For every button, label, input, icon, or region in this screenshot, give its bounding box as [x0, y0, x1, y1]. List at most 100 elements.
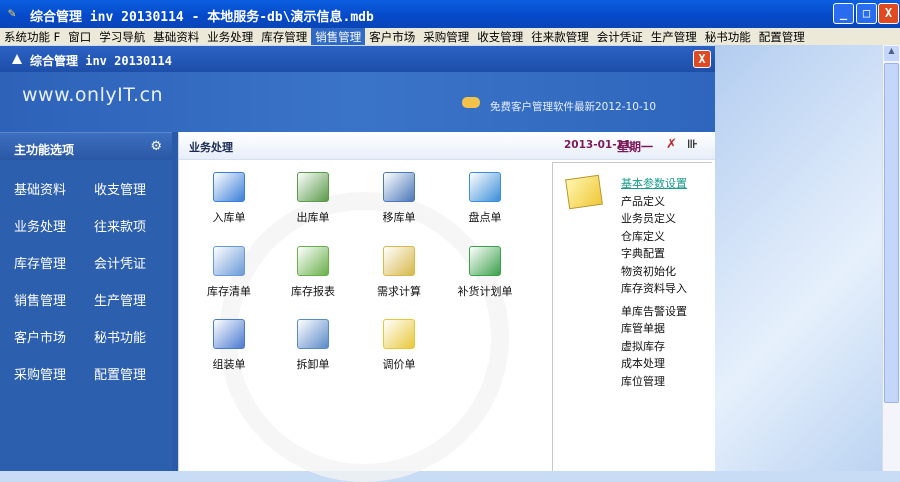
content-header: 业务处理 2013-01-21 星期一 ✗ ⊪ [179, 132, 715, 160]
tile-button[interactable]: 组装单 [189, 319, 269, 372]
tile-button[interactable]: 调价单 [359, 319, 439, 372]
settings-link[interactable]: 成本处理 [621, 355, 687, 373]
menu-item[interactable]: 生产管理 [647, 28, 701, 45]
settings-panel: 基本参数设置 产品定义 业务员定义 仓库定义 字典配置 物资初始化 库存资料导入 单库告警设置… [552, 162, 712, 471]
tile-label: 调价单 [382, 358, 416, 371]
tile-label: 补货计划单 [457, 285, 513, 298]
tile-icon [297, 319, 329, 349]
menu-item[interactable]: 采购管理 [419, 28, 473, 45]
menu-bar: 系统功能 F 窗口 学习导航 基础资料 业务处理 库存管理 销售管理 客户市场 采购管理 收支管理… [0, 28, 900, 45]
chart-icon[interactable]: ⊪ [687, 137, 698, 151]
folder-icon [565, 174, 603, 210]
sidebar-item[interactable]: 会计凭证 [94, 253, 174, 272]
tile-label: 需求计算 [377, 285, 421, 298]
app-titlebar: ✎ 综合管理 inv 20130114 - 本地服务-db\演示信息.mdb _… [0, 0, 900, 28]
sidebar-item[interactable]: 生产管理 [94, 290, 174, 309]
tile-button[interactable]: 库存清单 [189, 246, 269, 299]
menu-item[interactable]: 客户市场 [365, 28, 419, 45]
settings-link[interactable]: 基本参数设置 [621, 175, 687, 193]
settings-icon[interactable]: ⚙ [150, 139, 162, 154]
settings-link[interactable]: 物资初始化 [621, 263, 687, 281]
tile-button[interactable]: 移库单 [359, 172, 439, 225]
tile-button[interactable]: 拆卸单 [273, 319, 353, 372]
sidebar-item[interactable]: 配置管理 [94, 364, 174, 383]
menu-item[interactable]: 业务处理 [203, 28, 257, 45]
sidebar-item[interactable]: 往来款项 [94, 216, 174, 235]
maximize-button[interactable]: □ [856, 3, 877, 24]
app-icon: ✎ [8, 6, 16, 21]
banner: www.onlyIT.cn 免费客户管理软件最新2012-10-10 [0, 72, 715, 132]
menu-item[interactable]: 窗口 [64, 28, 95, 45]
tile-icon [213, 319, 245, 349]
tile-icon [383, 319, 415, 349]
tile-label: 入库单 [212, 211, 246, 224]
minimize-button[interactable]: _ [833, 3, 854, 24]
sidebar-item[interactable]: 基础资料 [14, 179, 94, 198]
tile-icon [383, 172, 415, 202]
tile-button[interactable]: 需求计算 [359, 246, 439, 299]
handshake-icon [462, 97, 480, 108]
sidebar-item[interactable]: 收支管理 [94, 179, 174, 198]
settings-link[interactable]: 仓库定义 [621, 228, 687, 246]
tile-icon [297, 172, 329, 202]
menu-item[interactable]: 往来款管理 [527, 28, 593, 45]
menu-item[interactable]: 基础资料 [149, 28, 203, 45]
weekday-text: 星期一 [617, 140, 654, 154]
tile-button[interactable]: 库存报表 [273, 246, 353, 299]
child-window-titlebar: 综合管理 inv 20130114 X [0, 46, 715, 72]
tile-icon [213, 246, 245, 276]
news-link[interactable]: 免费客户管理软件最新2012-10-10 [490, 99, 656, 114]
menu-item[interactable]: 学习导航 [95, 28, 149, 45]
tools-icon[interactable]: ✗ [666, 137, 677, 152]
sidebar-title: 主功能选项 [14, 143, 75, 157]
sidebar-item[interactable]: 库存管理 [14, 253, 94, 272]
scrollbar-thumb[interactable] [884, 63, 899, 403]
menu-item[interactable]: 收支管理 [473, 28, 527, 45]
menu-item[interactable]: 库存管理 [257, 28, 311, 45]
child-close-button[interactable]: X [693, 50, 711, 68]
menu-item[interactable]: 会计凭证 [593, 28, 647, 45]
tile-button[interactable]: 入库单 [189, 172, 269, 225]
tile-label: 组装单 [212, 358, 246, 371]
tile-label: 出库单 [296, 211, 330, 224]
scroll-up-arrow-icon[interactable]: ▲ [884, 46, 899, 61]
tile-button[interactable]: 盘点单 [445, 172, 525, 225]
settings-link[interactable]: 库存资料导入 [621, 280, 687, 298]
menu-item[interactable]: 秘书功能 [701, 28, 755, 45]
sidebar-item[interactable]: 秘书功能 [94, 327, 174, 346]
tile-icon [469, 172, 501, 202]
child-window-title: 综合管理 inv 20130114 [30, 54, 172, 68]
settings-link[interactable]: 库位管理 [621, 373, 687, 391]
sidebar-header: 主功能选项 ⚙ [0, 132, 172, 160]
settings-link[interactable]: 虚拟库存 [621, 338, 687, 356]
window-title: 综合管理 inv 20130114 - 本地服务-db\演示信息.mdb [30, 10, 374, 25]
sidebar-menu: 基础资料 收支管理 业务处理 往来款项 库存管理 会计凭证 销售管理 生产管理 客户市场 秘书功能… [0, 160, 172, 383]
section-title: 业务处理 [189, 141, 233, 154]
settings-link[interactable]: 库管单据 [621, 320, 687, 338]
sidebar: 主功能选项 ⚙ 基础资料 收支管理 业务处理 往来款项 库存管理 会计凭证 销售管理 生产管理客… [0, 132, 172, 471]
sidebar-item[interactable]: 客户市场 [14, 327, 94, 346]
tile-button[interactable]: 补货计划单 [445, 246, 525, 299]
window-icon [12, 54, 22, 64]
desktop-background [715, 45, 882, 471]
sidebar-item[interactable]: 销售管理 [14, 290, 94, 309]
sidebar-item[interactable]: 业务处理 [14, 216, 94, 235]
tile-label: 拆卸单 [296, 358, 330, 371]
settings-link[interactable]: 单库告警设置 [621, 303, 687, 321]
menu-item[interactable]: 系统功能 F [0, 28, 64, 45]
tile-icon [297, 246, 329, 276]
tile-button[interactable]: 出库单 [273, 172, 353, 225]
vertical-scrollbar[interactable]: ▲ [882, 45, 900, 471]
settings-link[interactable]: 产品定义 [621, 193, 687, 211]
child-window: 综合管理 inv 20130114 X www.onlyIT.cn 免费客户管理… [0, 46, 715, 482]
close-button[interactable]: X [878, 3, 899, 24]
settings-link[interactable]: 业务员定义 [621, 210, 687, 228]
tile-icon [213, 172, 245, 202]
menu-item[interactable]: 销售管理 [311, 28, 366, 45]
settings-link[interactable]: 字典配置 [621, 245, 687, 263]
site-logo[interactable]: www.onlyIT.cn [22, 84, 163, 106]
tile-label: 库存清单 [207, 285, 251, 298]
menu-item[interactable]: 配置管理 [755, 28, 809, 45]
sidebar-item[interactable]: 采购管理 [14, 364, 94, 383]
tile-label: 移库单 [382, 211, 416, 224]
